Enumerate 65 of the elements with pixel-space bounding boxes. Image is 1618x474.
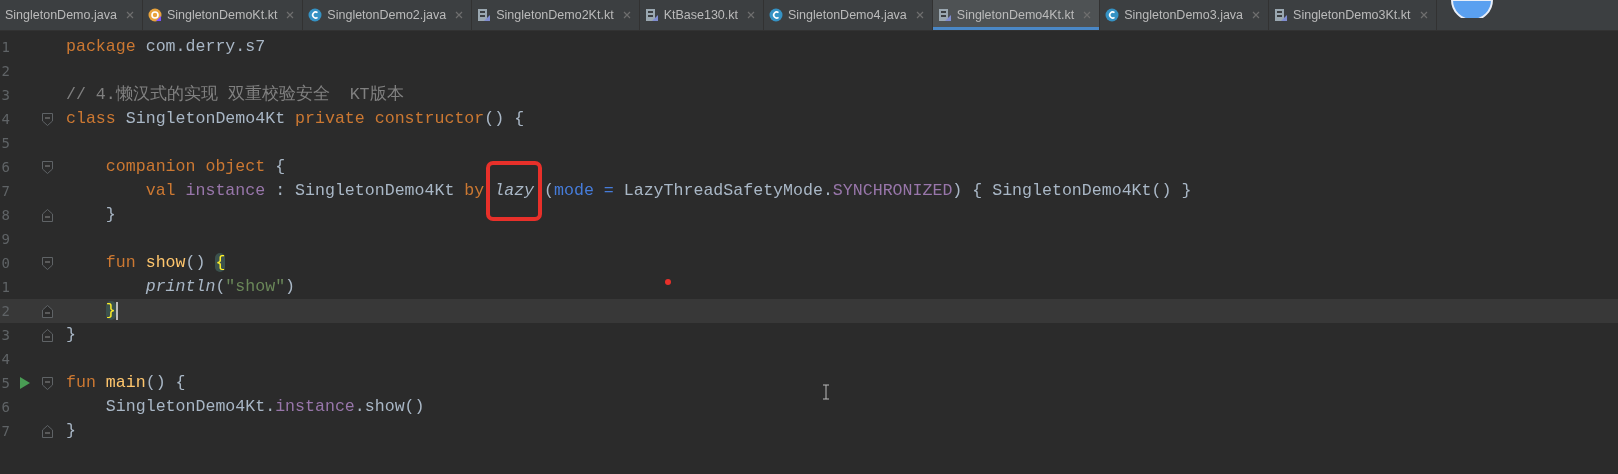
- object-icon: [147, 8, 162, 22]
- line-number: 7: [0, 423, 10, 439]
- file-tab[interactable]: SingletonDemo3Kt.kt: [1269, 0, 1437, 30]
- line-number: 1: [0, 279, 10, 295]
- fold-icon[interactable]: [41, 112, 53, 126]
- file-icon: [937, 8, 952, 22]
- line-number: 3: [0, 327, 10, 343]
- fold-icon[interactable]: [41, 328, 53, 342]
- line-number: 0: [0, 255, 10, 271]
- close-icon[interactable]: [125, 11, 134, 19]
- file-tab[interactable]: SingletonDemo4Kt.kt: [932, 0, 1101, 30]
- fold-icon[interactable]: [41, 256, 53, 270]
- code-line: // 4.懒汉式的实现 双重校验安全 KT版本: [66, 85, 404, 105]
- run-icon[interactable]: [19, 376, 31, 390]
- code-line: class SingletonDemo4Kt private constructor() {: [66, 109, 525, 129]
- code-line: }: [104, 301, 118, 321]
- fold-icon[interactable]: [41, 376, 53, 390]
- line-number: 6: [0, 159, 10, 175]
- code-line: }: [66, 421, 76, 441]
- marker-dot: [665, 279, 671, 285]
- line-number: 5: [0, 135, 10, 151]
- file-icon: [1274, 8, 1289, 22]
- class-icon: [308, 8, 323, 22]
- line-number: 8: [0, 207, 10, 223]
- line-number: 4: [0, 111, 10, 127]
- text-cursor-icon: [822, 384, 830, 400]
- code-line: println("show"): [144, 277, 296, 297]
- file-tab[interactable]: KtBase130.kt: [639, 0, 764, 30]
- line-number: 5: [0, 375, 10, 391]
- file-icon: [477, 8, 492, 22]
- close-icon[interactable]: [915, 11, 924, 19]
- line-number: 3: [0, 87, 10, 103]
- line-number: 2: [0, 63, 10, 79]
- close-icon[interactable]: [747, 11, 755, 19]
- code-line: fun main() {: [66, 373, 186, 393]
- close-icon[interactable]: [1083, 11, 1092, 19]
- line-number: 7: [0, 183, 10, 199]
- code-line: SingletonDemo4Kt.instance.show(): [104, 397, 425, 417]
- line-number: 9: [0, 231, 10, 247]
- class-icon: [1105, 8, 1120, 22]
- close-icon[interactable]: [622, 11, 631, 19]
- file-tab[interactable]: SingletonDemo3.java: [1100, 0, 1270, 30]
- close-icon[interactable]: [455, 11, 464, 19]
- code-line: }: [66, 325, 76, 345]
- class-icon: [769, 8, 783, 22]
- file-tab[interactable]: SingletonDemo2Kt.kt: [472, 0, 640, 30]
- close-icon[interactable]: [286, 11, 295, 19]
- file-tab[interactable]: SingletonDemo2.java: [303, 0, 473, 30]
- code-line: }: [104, 205, 116, 225]
- close-icon[interactable]: [1419, 11, 1428, 19]
- fold-icon[interactable]: [41, 208, 53, 222]
- line-number: 4: [0, 351, 10, 367]
- line-number: 6: [0, 399, 10, 415]
- line-number: 1: [0, 39, 10, 55]
- file-tab[interactable]: SingletonDemo.java: [0, 0, 143, 30]
- code-line: companion object {: [104, 157, 286, 177]
- close-icon[interactable]: [1252, 11, 1261, 19]
- fold-icon[interactable]: [41, 424, 53, 438]
- fold-icon[interactable]: [41, 304, 53, 318]
- fold-icon[interactable]: [41, 160, 53, 174]
- file-tab[interactable]: SingletonDemoKt.kt: [142, 0, 304, 30]
- file-icon: [644, 8, 659, 22]
- code-line: package com.derry.s7: [66, 37, 266, 57]
- code-line: fun show() {: [104, 253, 226, 273]
- file-tab[interactable]: SingletonDemo4.java: [764, 0, 933, 30]
